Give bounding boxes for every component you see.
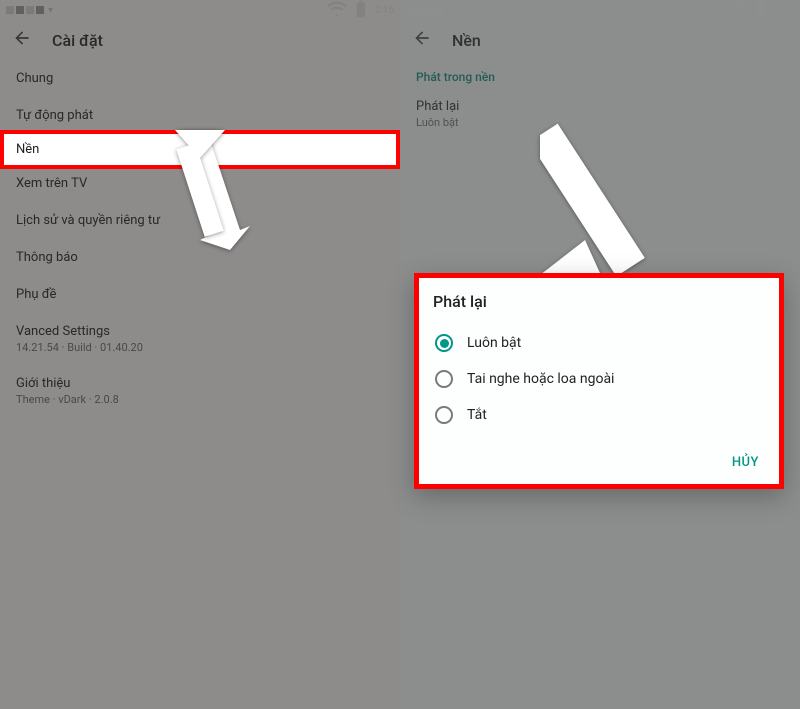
wifi-icon (327, 0, 347, 22)
left-screenshot: ▾ 2:15 Cài đặt Chung Tự động phát Nền Xe (0, 0, 400, 709)
back-icon[interactable] (412, 28, 432, 52)
clock-text: 2:15 (775, 5, 794, 16)
radio-icon (435, 406, 453, 424)
back-icon[interactable] (12, 28, 32, 52)
list-item[interactable]: Tự động phát (0, 97, 400, 134)
radio-option[interactable]: Luôn bật (433, 325, 765, 361)
app-bar: Cài đặt (0, 20, 400, 60)
arrow-icon (140, 130, 250, 250)
radio-icon (435, 370, 453, 388)
radio-option[interactable]: Tai nghe hoặc loa ngoài (433, 361, 765, 397)
status-bar: ▾ 2:15 (400, 0, 800, 20)
radio-option[interactable]: Tắt (433, 397, 765, 433)
list-item[interactable]: Chung (0, 60, 400, 97)
page-title: Nền (452, 31, 481, 50)
playback-dialog: Phát lại Luôn bật Tai nghe hoặc loa ngoà… (414, 273, 784, 489)
dialog-title: Phát lại (433, 292, 765, 311)
list-item[interactable]: Vanced Settings 14.21.54 · Build · 01.40… (0, 313, 400, 365)
list-item[interactable]: Giới thiệu Theme · vDark · 2.0.8 (0, 365, 400, 417)
clock-text: 2:15 (375, 5, 394, 16)
list-item[interactable]: Phụ đề (0, 276, 400, 313)
arrow-icon (540, 120, 700, 290)
page-title: Cài đặt (52, 31, 103, 50)
cancel-button[interactable]: HỦY (726, 449, 765, 476)
battery-icon (351, 0, 371, 22)
section-header: Phát trong nền (400, 60, 800, 88)
radio-icon (435, 334, 453, 352)
status-bar: ▾ 2:15 (0, 0, 400, 20)
app-bar: Nền (400, 20, 800, 60)
battery-icon (751, 0, 771, 22)
wifi-icon (727, 0, 747, 22)
